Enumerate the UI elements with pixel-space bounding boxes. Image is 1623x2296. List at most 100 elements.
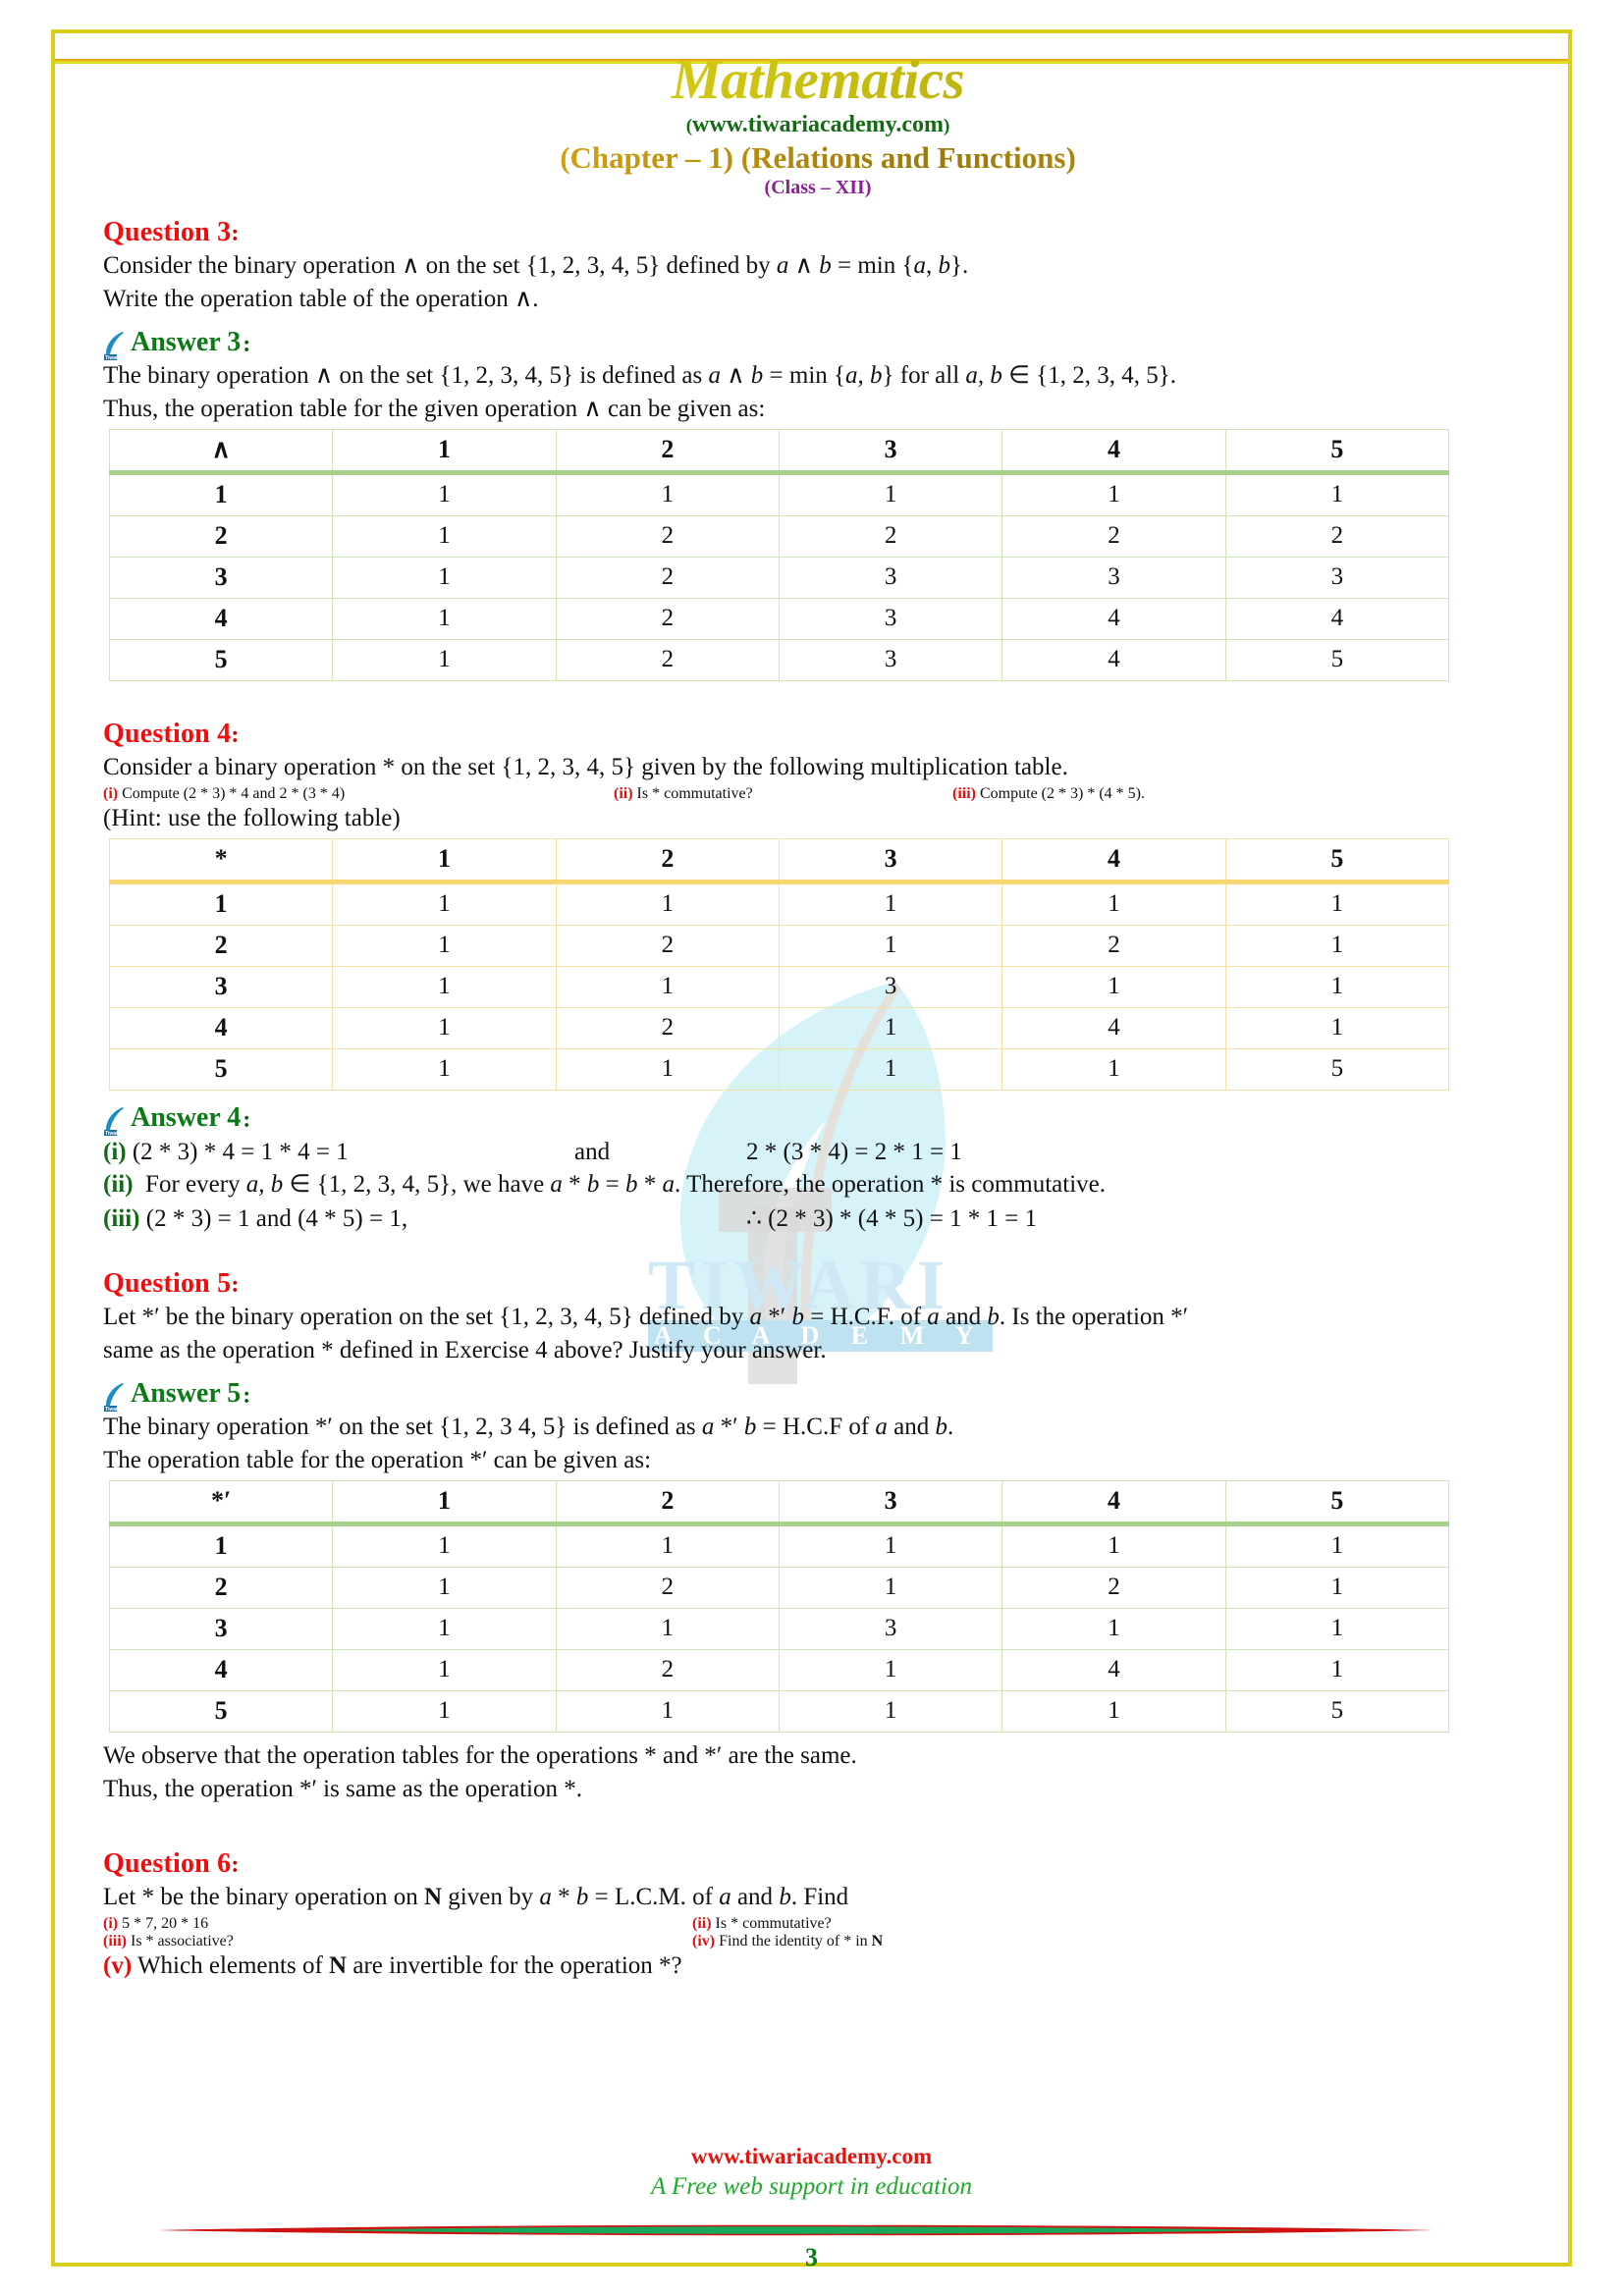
header-site-text: www.tiwariacademy.com bbox=[692, 111, 944, 137]
a5-t2: = H.C.F of bbox=[756, 1413, 876, 1440]
svg-text:Tiwari: Tiwari bbox=[105, 355, 120, 360]
row-head: 4 bbox=[108, 597, 334, 640]
a4-ii-t3: * bbox=[562, 1170, 587, 1198]
row-head: 1 bbox=[108, 1522, 334, 1568]
cell: 1 bbox=[778, 1648, 1003, 1691]
cell: 3 bbox=[778, 556, 1003, 599]
part-label-i: (i) bbox=[103, 784, 119, 802]
q5-a2: a bbox=[927, 1303, 940, 1330]
cell: 1 bbox=[1001, 1689, 1226, 1733]
part-label-iv: (iv) bbox=[692, 1932, 716, 1949]
part-text-v-a: Which elements of bbox=[132, 1951, 330, 1979]
table-3-col-4: 4 bbox=[1001, 1479, 1226, 1524]
a3-ab: a, b bbox=[965, 361, 1002, 389]
q6-a2: a bbox=[719, 1883, 731, 1910]
question-3-line-2: Write the operation table of the operati… bbox=[103, 285, 539, 312]
cell: 3 bbox=[778, 597, 1003, 640]
answer-5-conclusion-1: We observe that the operation tables for… bbox=[103, 1741, 857, 1769]
cell: 1 bbox=[555, 1047, 780, 1091]
q3-var-b: b bbox=[819, 251, 832, 279]
a5-t1: The binary operation *′ on the set {1, 2… bbox=[103, 1413, 702, 1440]
a5-t4: . bbox=[947, 1413, 954, 1440]
q6-t2: given by bbox=[442, 1883, 540, 1910]
table-1-body: 111111 212222 312333 412344 512345 bbox=[108, 471, 1450, 681]
colon: : bbox=[243, 1382, 251, 1409]
question-5-heading: Question 5: bbox=[103, 1268, 1533, 1300]
question-6-part-iv: (iv) Find the identity of * in N bbox=[692, 1933, 1533, 1950]
answer-3-line-2: Thus, the operation table for the given … bbox=[103, 395, 766, 422]
cell: 5 bbox=[1224, 1689, 1450, 1733]
table-2-col-4: 4 bbox=[1001, 837, 1226, 882]
cell: 1 bbox=[778, 924, 1003, 967]
question-4-part-iii: (iii) Compute (2 * 3) * (4 * 5). bbox=[952, 785, 1533, 803]
table-row: 412344 bbox=[108, 597, 1450, 640]
table-row: 111111 bbox=[108, 881, 1450, 926]
q6-t3: * bbox=[551, 1883, 576, 1910]
table-row: 111111 bbox=[108, 1522, 1450, 1568]
q6-b: b bbox=[575, 1883, 589, 1910]
cell: 1 bbox=[332, 924, 557, 967]
q3-var-a2: a bbox=[913, 251, 926, 279]
cell: 1 bbox=[1224, 965, 1450, 1008]
row-head: 1 bbox=[108, 881, 334, 926]
table-1-col-1: 1 bbox=[332, 428, 557, 473]
table-3-col-1: 1 bbox=[332, 1479, 557, 1524]
answer-4-i-expr: (2 * 3) * 4 = 1 * 4 = 1 bbox=[126, 1138, 349, 1165]
question-6-row-2: (iii) Is * associative? (iv) Find the id… bbox=[103, 1933, 1533, 1950]
answer-4-i-and: and bbox=[574, 1138, 611, 1165]
operation-table-2-wrapper: * 1 2 3 4 5 111111 212121 311311 412141 … bbox=[103, 837, 1533, 1091]
table-row: 212121 bbox=[108, 1566, 1450, 1609]
q5-t2: be the binary operation on the set {1, 2… bbox=[159, 1303, 750, 1330]
cell: 1 bbox=[555, 1607, 780, 1650]
question-4-label: Question 4 bbox=[103, 718, 232, 749]
question-5-line-2: same as the operation * defined in Exerc… bbox=[103, 1336, 827, 1363]
row-head: 5 bbox=[108, 638, 334, 681]
cell: 5 bbox=[1224, 638, 1450, 681]
a4-ii-t6: . Therefore, the operation * is commutat… bbox=[675, 1170, 1107, 1198]
colon: : bbox=[231, 220, 240, 246]
row-head: 2 bbox=[108, 1566, 334, 1609]
a3-a2: a bbox=[845, 361, 858, 389]
question-5-label: Question 5 bbox=[103, 1267, 232, 1299]
header-site-link[interactable]: (www.tiwariacademy.com) bbox=[103, 112, 1533, 137]
part-label-iii: (iii) bbox=[952, 784, 976, 802]
table-3-corner: *′ bbox=[108, 1479, 334, 1524]
answer-4-iii-right: ∴ (2 * 3) * (4 * 5) = 1 * 1 = 1 bbox=[746, 1204, 1038, 1232]
cell: 1 bbox=[332, 597, 557, 640]
cell: 1 bbox=[1224, 881, 1450, 926]
part-label-iii: (iii) bbox=[103, 1204, 140, 1232]
cell: 2 bbox=[555, 638, 780, 681]
footer-tagline: A Free web support in education bbox=[650, 2172, 973, 2200]
q5-t5: . Is the operation *′ bbox=[999, 1303, 1189, 1330]
question-6-part-iii: (iii) Is * associative? bbox=[103, 1933, 692, 1950]
svg-text:Tiwari: Tiwari bbox=[105, 1131, 120, 1136]
class-label: (Class – XII) bbox=[764, 176, 872, 198]
answer-4-label: Answer 4 bbox=[131, 1101, 242, 1133]
part-label-i: (i) bbox=[103, 1914, 119, 1932]
cell: 1 bbox=[555, 471, 780, 516]
table-row: 212222 bbox=[108, 514, 1450, 558]
q3-text-b: = min { bbox=[831, 251, 914, 279]
table-2-col-1: 1 bbox=[332, 837, 557, 882]
answer-4-heading: Tiwari Answer 4: bbox=[103, 1101, 1533, 1136]
question-4-heading: Question 4: bbox=[103, 719, 1533, 750]
a3-t2: ∧ bbox=[720, 361, 751, 389]
answer-5-heading: Tiwari Answer 5: bbox=[103, 1378, 1533, 1412]
a5-op: *′ bbox=[714, 1413, 744, 1440]
cell: 1 bbox=[332, 1607, 557, 1650]
cell: 1 bbox=[555, 965, 780, 1008]
question-4-parts-row: (i) Compute (2 * 3) * 4 and 2 * (3 * 4) … bbox=[103, 785, 1533, 803]
footer-site-link[interactable]: www.tiwariacademy.com bbox=[0, 2144, 1623, 2168]
answer-4-iii-left: (iii) (2 * 3) = 1 and (4 * 5) = 1, bbox=[103, 1202, 574, 1235]
a3-t1: The binary operation ∧ on the set {1, 2,… bbox=[103, 361, 709, 389]
a3-t4: , bbox=[857, 361, 871, 389]
cell: 2 bbox=[555, 1648, 780, 1691]
table-row: 511115 bbox=[108, 1689, 1450, 1733]
row-head: 4 bbox=[108, 1006, 334, 1049]
part-label-ii: (ii) bbox=[614, 784, 633, 802]
cell: 4 bbox=[1224, 597, 1450, 640]
cell: 3 bbox=[778, 638, 1003, 681]
part-text-i: 5 * 7, 20 * 16 bbox=[118, 1914, 209, 1932]
q3-text-a: Consider the binary operation ∧ on the s… bbox=[103, 251, 777, 279]
cell: 4 bbox=[1001, 1648, 1226, 1691]
